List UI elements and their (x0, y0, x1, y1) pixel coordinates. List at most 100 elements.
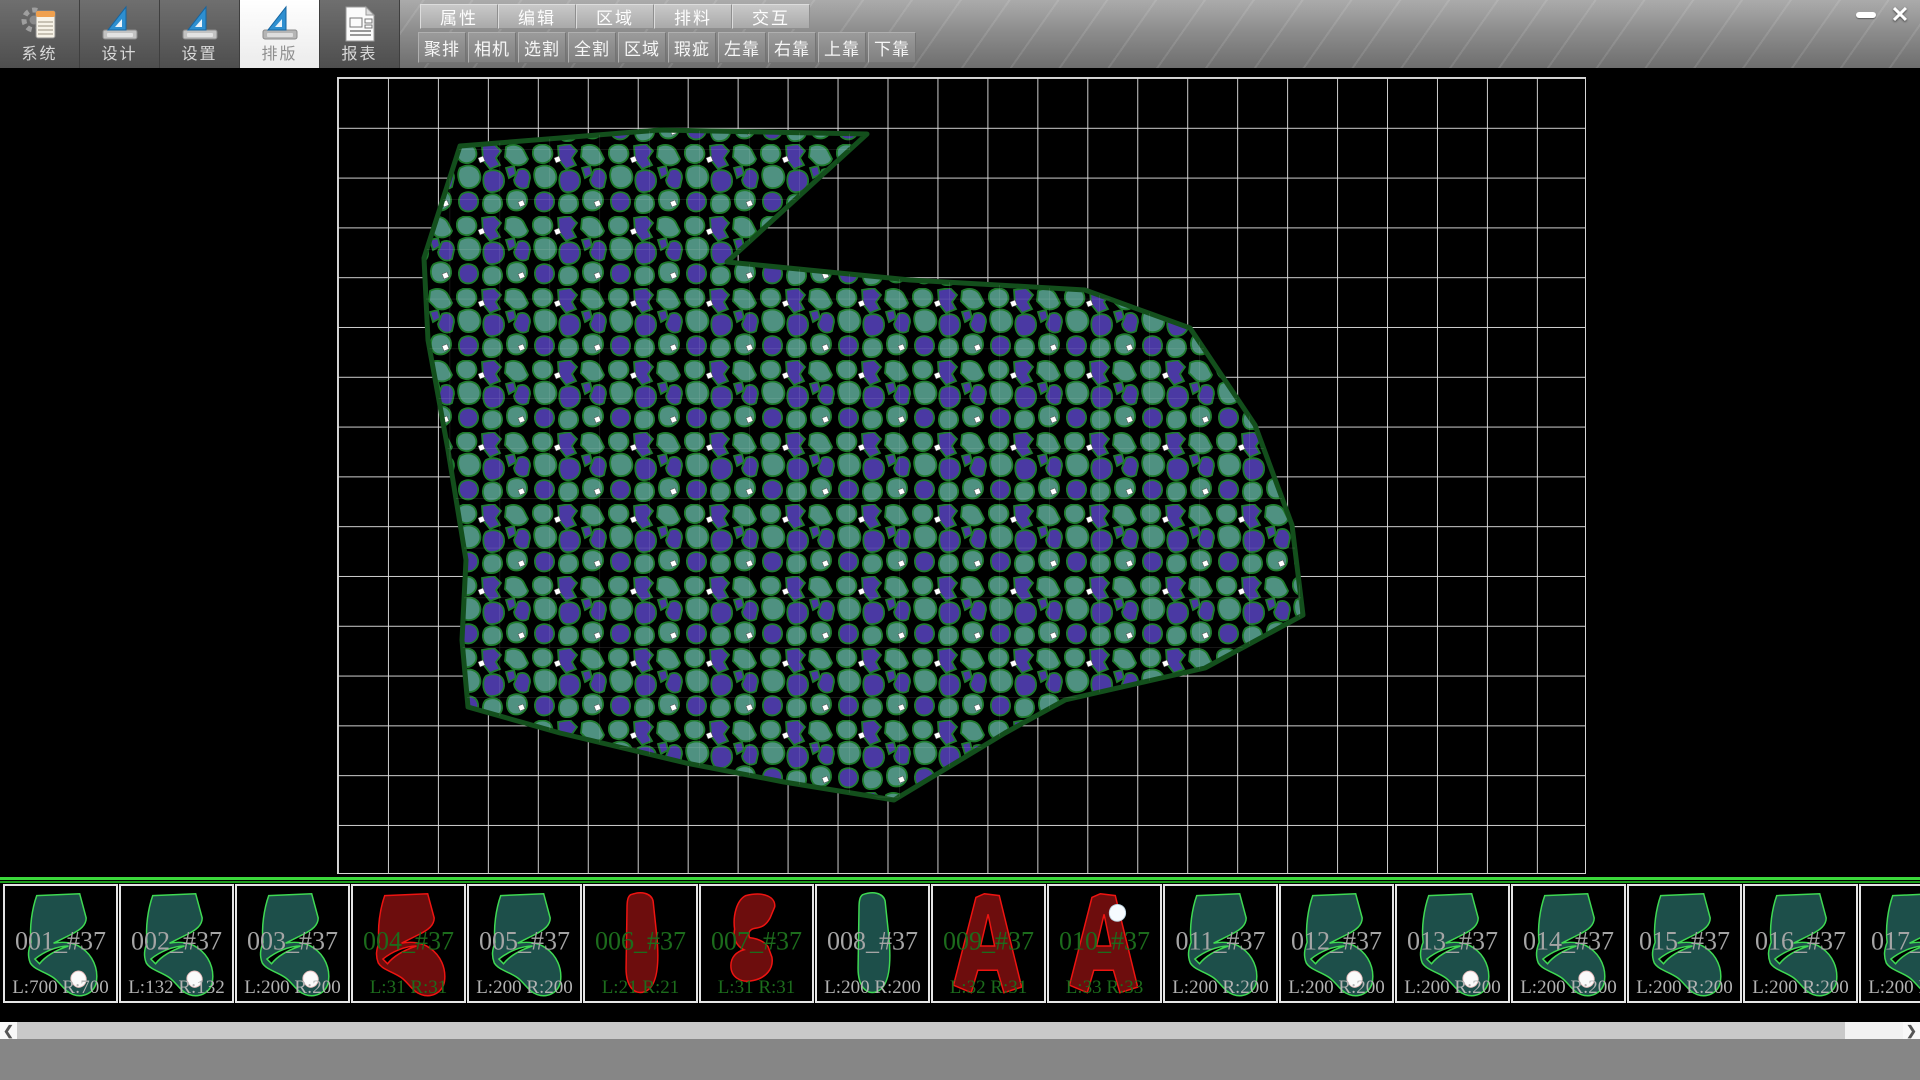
part-lr-count: L:200 R:200 (1629, 977, 1740, 999)
part-id: 008_#37 (817, 926, 928, 956)
part-lr-count: L:21 R:21 (585, 977, 696, 999)
part-id: 015_#37 (1629, 926, 1740, 956)
part-cell[interactable]: 007_#37 L:31 R:31 (699, 884, 814, 1003)
part-id: 006_#37 (585, 926, 696, 956)
part-cell[interactable]: 004_#37 L:31 R:31 (351, 884, 466, 1003)
part-lr-count: L:700 R:700 (5, 977, 116, 999)
toolbar: 系统 设计 设置 (0, 0, 1920, 68)
part-cell[interactable]: 001_#37 L:700 R:700 (3, 884, 118, 1003)
tool-select-cut[interactable]: 选割 (518, 32, 566, 63)
part-lr-count: L:200 R:200 (237, 977, 348, 999)
close-icon: ✕ (1891, 4, 1909, 26)
part-id: 010_#37 (1049, 926, 1160, 956)
ruler-laptop-icon (260, 3, 300, 45)
part-id: 003_#37 (237, 926, 348, 956)
part-cell[interactable]: 005_#37 L:200 R:200 (467, 884, 582, 1003)
menu-interact[interactable]: 交互 (732, 4, 810, 29)
part-lr-count: L:200 R:200 (1861, 977, 1920, 999)
tab-label: 排版 (261, 45, 297, 65)
tab-report[interactable]: 报表 (320, 0, 400, 68)
tool-align-left[interactable]: 左靠 (718, 32, 766, 63)
part-lr-count: L:200 R:200 (1165, 977, 1276, 999)
part-lr-count: L:31 R:31 (353, 977, 464, 999)
tab-settings[interactable]: 设置 (160, 0, 240, 68)
part-cell[interactable]: 015_#37 L:200 R:200 (1627, 884, 1742, 1003)
part-lr-count: L:132 R:132 (121, 977, 232, 999)
close-button[interactable]: ✕ (1886, 4, 1914, 26)
strip-separator (0, 877, 1920, 880)
part-cell[interactable]: 014_#37 L:200 R:200 (1511, 884, 1626, 1003)
part-cell[interactable]: 010_#37 L:33 R:33 (1047, 884, 1162, 1003)
parts-strip: 001_#37 L:700 R:700 002_#37 L:132 R:132 … (0, 877, 1920, 1005)
part-id: 016_#37 (1745, 926, 1856, 956)
tool-cluster-nest[interactable]: 聚排 (418, 32, 466, 63)
tool-region[interactable]: 区域 (618, 32, 666, 63)
part-cell[interactable]: 016_#37 L:200 R:200 (1743, 884, 1858, 1003)
app-window: 系统 设计 设置 (0, 0, 1920, 1080)
part-cell[interactable]: 012_#37 L:200 R:200 (1279, 884, 1394, 1003)
minimize-icon (1856, 12, 1876, 18)
part-id: 013_#37 (1397, 926, 1508, 956)
report-document-icon (340, 3, 380, 45)
tab-system[interactable]: 系统 (0, 0, 80, 68)
scroll-left-arrow[interactable]: ❮ (0, 1022, 17, 1039)
gear-notebook-icon (20, 3, 60, 45)
tab-design[interactable]: 设计 (80, 0, 160, 68)
tab-nesting[interactable]: 排版 (240, 0, 320, 68)
tab-label: 报表 (341, 45, 377, 65)
window-controls: ✕ (1852, 4, 1914, 26)
menu-region[interactable]: 区域 (576, 4, 654, 29)
tool-camera[interactable]: 相机 (468, 32, 516, 63)
main-tabs: 系统 设计 设置 (0, 0, 400, 68)
minimize-button[interactable] (1852, 4, 1880, 26)
strip-separator-2 (0, 881, 1920, 883)
part-lr-count: L:200 R:200 (817, 977, 928, 999)
part-id: 001_#37 (5, 926, 116, 956)
part-id: 005_#37 (469, 926, 580, 956)
part-cell[interactable]: 006_#37 L:21 R:21 (583, 884, 698, 1003)
ruler-laptop-icon (100, 3, 140, 45)
part-cell[interactable]: 011_#37 L:200 R:200 (1163, 884, 1278, 1003)
hide-shape (337, 77, 1586, 874)
part-id: 017_#37 (1861, 926, 1920, 956)
leather-hide[interactable] (337, 77, 1586, 874)
menu-nest[interactable]: 排料 (654, 4, 732, 29)
part-lr-count: L:200 R:200 (469, 977, 580, 999)
part-cell[interactable]: 008_#37 L:200 R:200 (815, 884, 930, 1003)
part-cell[interactable]: 002_#37 L:132 R:132 (119, 884, 234, 1003)
tab-label: 设计 (101, 45, 137, 65)
part-lr-count: L:200 R:200 (1745, 977, 1856, 999)
part-lr-count: L:200 R:200 (1281, 977, 1392, 999)
part-cell[interactable]: 009_#37 L:32 R:31 (931, 884, 1046, 1003)
menu-bar: 属性 编辑 区域 排料 交互 (420, 4, 810, 29)
scroll-right-arrow[interactable]: ❯ (1903, 1022, 1920, 1039)
part-id: 011_#37 (1165, 926, 1276, 956)
tool-defect[interactable]: 瑕疵 (668, 32, 716, 63)
tool-align-top[interactable]: 上靠 (818, 32, 866, 63)
part-id: 014_#37 (1513, 926, 1624, 956)
part-id: 007_#37 (701, 926, 812, 956)
part-lr-count: L:31 R:31 (701, 977, 812, 999)
tool-align-bottom[interactable]: 下靠 (868, 32, 916, 63)
part-cell[interactable]: 013_#37 L:200 R:200 (1395, 884, 1510, 1003)
tab-label: 系统 (21, 45, 57, 65)
part-cell[interactable]: 017_#37 L:200 R:200 (1859, 884, 1920, 1003)
menu-edit[interactable]: 编辑 (498, 4, 576, 29)
menu-properties[interactable]: 属性 (420, 4, 498, 29)
tab-label: 设置 (181, 45, 217, 65)
parts-list: 001_#37 L:700 R:700 002_#37 L:132 R:132 … (3, 884, 1920, 1003)
part-lr-count: L:200 R:200 (1397, 977, 1508, 999)
scrollbar-thumb[interactable] (17, 1022, 1845, 1039)
tool-cut-all[interactable]: 全割 (568, 32, 616, 63)
ruler-laptop-icon (180, 3, 220, 45)
part-lr-count: L:33 R:33 (1049, 977, 1160, 999)
status-bar (0, 1039, 1920, 1080)
part-lr-count: L:200 R:200 (1513, 977, 1624, 999)
part-lr-count: L:32 R:31 (933, 977, 1044, 999)
tool-align-right[interactable]: 右靠 (768, 32, 816, 63)
part-cell[interactable]: 003_#37 L:200 R:200 (235, 884, 350, 1003)
part-id: 009_#37 (933, 926, 1044, 956)
part-id: 004_#37 (353, 926, 464, 956)
horizontal-scrollbar[interactable]: ❮ ❯ (0, 1022, 1920, 1039)
part-id: 002_#37 (121, 926, 232, 956)
